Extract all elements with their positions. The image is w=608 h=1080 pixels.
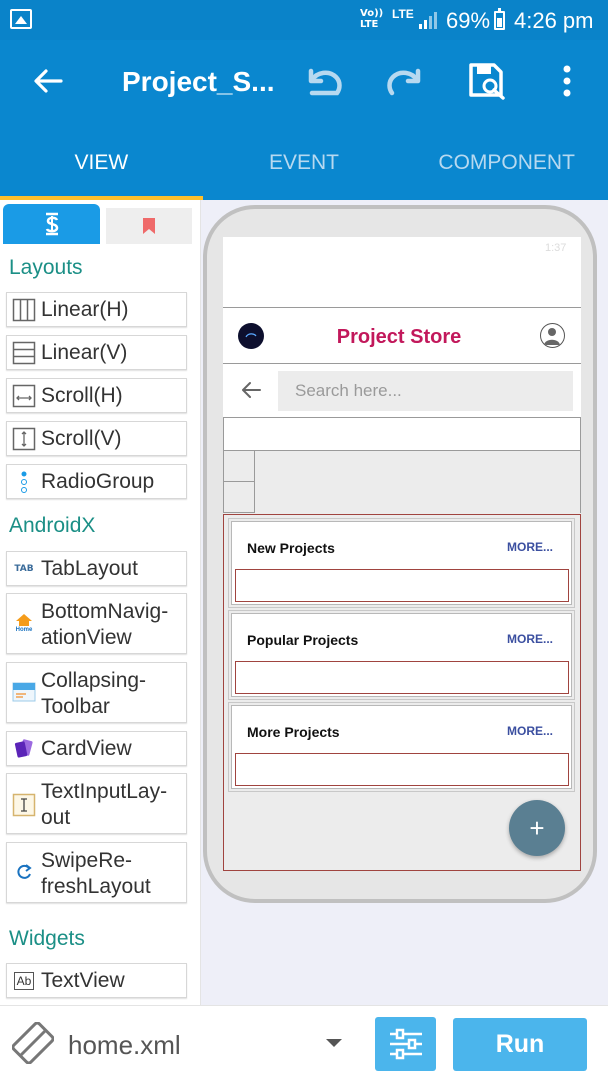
undo-icon[interactable] [300, 57, 348, 105]
back-arrow-icon[interactable] [24, 57, 72, 105]
palette-item-radiogroup[interactable]: RadioGroup [6, 464, 187, 499]
preview-status-area [223, 237, 581, 308]
collapsing-toolbar-icon [7, 682, 41, 702]
volte-indicator: Vo)) LTE [360, 8, 384, 30]
project-title: Project_S... [122, 66, 275, 97]
preview-empty-bar [223, 418, 581, 451]
save-icon[interactable] [463, 57, 511, 105]
palette-item-label: Scroll(H) [41, 383, 123, 407]
palette-item-bottom-navigation[interactable]: Home BottomNavig-ationView [6, 593, 187, 654]
scroll-h-icon [7, 384, 41, 408]
preview-placeholder [255, 451, 581, 513]
card-title: Popular Projects [247, 632, 359, 648]
palette-item-scroll-v[interactable]: Scroll(V) [6, 421, 187, 456]
palette-tabs [0, 203, 200, 245]
palette-item-label: Collapsing- Toolbar [41, 669, 147, 718]
card-list-placeholder [235, 753, 569, 786]
palette-item-label: TextInputLay-out [41, 780, 168, 829]
palette-tab-bookmarks[interactable] [106, 208, 192, 244]
palette-item-textinputlayout[interactable]: TextInputLay-out [6, 773, 187, 834]
linear-v-icon [7, 341, 41, 365]
dollar-icon [45, 212, 58, 236]
tab-event[interactable]: EVENT [203, 140, 406, 200]
status-bar: Vo)) LTE LTE 69% 4:26 pm [0, 0, 608, 40]
palette-item-scroll-h[interactable]: Scroll(H) [6, 378, 187, 413]
grid-cell [223, 482, 255, 513]
palette-item-label: Scroll(V) [41, 426, 122, 450]
more-vert-icon[interactable] [543, 57, 591, 105]
preview-status-text: 1:37 [545, 242, 567, 254]
palette-item-linear-h[interactable]: Linear(H) [6, 292, 187, 327]
sliders-icon [389, 1028, 422, 1060]
tab-icon: TAB [14, 563, 34, 574]
home-icon: Home [7, 613, 41, 633]
palette-item-label: SwipeRe-freshLayout [41, 849, 151, 898]
palette-tab-widgets[interactable] [3, 204, 100, 244]
section-layouts: Layouts [9, 256, 83, 279]
app-bar: Project_S... VIEW EVENT COMPONENT [0, 40, 608, 201]
palette-item-label: BottomNavig-ationView [41, 600, 169, 649]
redo-icon[interactable] [381, 57, 429, 105]
refresh-icon [7, 862, 41, 882]
clock: 4:26 pm [514, 8, 594, 33]
more-link[interactable]: MORE... [507, 724, 553, 738]
palette-item-label: TextView [41, 968, 125, 992]
palette-item-label: Linear(H) [41, 297, 129, 321]
palette-item-linear-v[interactable]: Linear(V) [6, 335, 187, 370]
palette-item-label: RadioGroup [41, 469, 155, 493]
widget-palette: Layouts Linear(H) Linear(V) Scroll(H) Sc… [0, 200, 201, 1005]
tab-component[interactable]: COMPONENT [405, 140, 608, 200]
more-link[interactable]: MORE... [507, 632, 553, 646]
lte-label: LTE [392, 7, 414, 21]
image-notification-icon [10, 9, 32, 29]
bookmark-icon [143, 218, 155, 234]
run-button[interactable]: Run [453, 1018, 587, 1071]
store-title: Project Store [336, 326, 462, 348]
scroll-v-icon [7, 427, 41, 451]
fab-add-button[interactable]: + [509, 800, 565, 856]
section-widgets: Widgets [9, 927, 85, 950]
editor-tabs: VIEW EVENT COMPONENT [0, 140, 608, 201]
palette-item-collapsing-toolbar[interactable]: Collapsing- Toolbar [6, 662, 187, 723]
battery-percent: 69% [446, 8, 491, 33]
radiogroup-icon [7, 470, 41, 494]
palette-item-swiperefreshlayout[interactable]: SwipeRe-freshLayout [6, 842, 187, 903]
palette-item-label: Linear(V) [41, 340, 128, 364]
palette-item-label: TabLayout [41, 556, 138, 580]
properties-button[interactable] [375, 1017, 436, 1071]
more-link[interactable]: MORE... [507, 540, 553, 554]
screen-rotate-icon[interactable] [11, 1021, 55, 1069]
bottom-toolbar: home.xml Run [0, 1005, 608, 1080]
layout-file-name[interactable]: home.xml [68, 1030, 181, 1061]
section-androidx: AndroidX [9, 514, 96, 537]
card-list-placeholder [235, 569, 569, 602]
grid-cell [223, 451, 255, 482]
account-icon[interactable] [540, 323, 565, 348]
search-back-icon[interactable] [240, 380, 262, 405]
signal-icon [419, 12, 437, 29]
cardview-icon [7, 738, 41, 760]
text-input-icon [7, 793, 41, 817]
dropdown-arrow-icon[interactable] [326, 1039, 342, 1047]
textview-icon: Ab [7, 971, 41, 990]
battery-icon [494, 8, 505, 30]
card-title: New Projects [247, 540, 335, 556]
palette-item-textview[interactable]: Ab TextView [6, 963, 187, 998]
linear-h-icon [7, 298, 41, 322]
palette-item-label: CardView [41, 736, 132, 760]
search-placeholder: Search here... [295, 381, 402, 400]
palette-item-tablayout[interactable]: TAB TabLayout [6, 551, 187, 586]
card-list-placeholder [235, 661, 569, 694]
palette-item-cardview[interactable]: CardView [6, 731, 187, 766]
tab-view[interactable]: VIEW [0, 140, 203, 201]
card-title: More Projects [247, 724, 340, 740]
